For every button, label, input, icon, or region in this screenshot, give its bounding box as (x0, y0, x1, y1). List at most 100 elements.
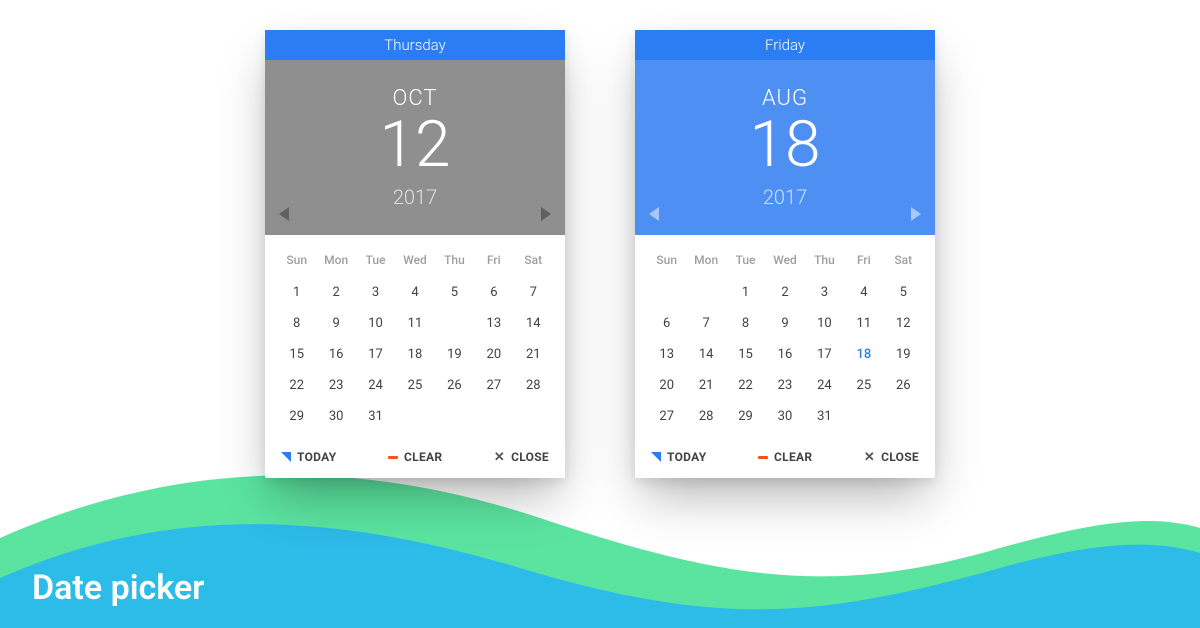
clear-button[interactable]: CLEAR (758, 450, 812, 464)
weekday-header: Tue (726, 247, 765, 277)
calendar-day[interactable]: 13 (647, 339, 686, 370)
calendar-day[interactable]: 3 (356, 277, 395, 308)
calendar-day[interactable]: 6 (647, 308, 686, 339)
calendar-grid: SunMonTueWedThuFriSat1234567891011121314… (265, 235, 565, 436)
calendar-day[interactable]: 31 (356, 401, 395, 432)
today-icon (651, 452, 661, 462)
calendar-day[interactable]: 21 (514, 339, 553, 370)
calendar-day[interactable]: 4 (395, 277, 434, 308)
calendar-day[interactable]: 2 (765, 277, 804, 308)
page-title: Date picker (32, 568, 204, 608)
calendar-day[interactable]: 14 (514, 308, 553, 339)
calendar-day[interactable]: 18 (395, 339, 434, 370)
calendar-day[interactable]: 17 (356, 339, 395, 370)
weekday-header-row: SunMonTueWedThuFriSat (647, 247, 923, 277)
calendar-day[interactable]: 15 (726, 339, 765, 370)
calendar-day[interactable]: 8 (726, 308, 765, 339)
calendar-day[interactable]: 30 (765, 401, 804, 432)
prev-month-icon[interactable] (649, 207, 659, 221)
calendar-day[interactable]: 2 (316, 277, 355, 308)
calendar-day[interactable]: 28 (514, 370, 553, 401)
clear-icon (758, 456, 768, 459)
calendar-day[interactable]: 10 (805, 308, 844, 339)
close-button[interactable]: ✕CLOSE (494, 450, 549, 464)
prev-month-icon[interactable] (279, 207, 289, 221)
calendar-day[interactable]: 12 (435, 308, 474, 339)
calendar-day[interactable]: 1 (277, 277, 316, 308)
today-button[interactable]: TODAY (281, 450, 336, 464)
clear-icon (388, 456, 398, 459)
calendar-day[interactable]: 23 (316, 370, 355, 401)
hero-day[interactable]: 12 (380, 113, 451, 177)
calendar-day[interactable]: 27 (474, 370, 513, 401)
calendar-day[interactable]: 11 (844, 308, 883, 339)
calendar-day[interactable]: 29 (277, 401, 316, 432)
weekday-header: Fri (474, 247, 513, 277)
calendar-day[interactable]: 11 (395, 308, 434, 339)
calendar-day[interactable]: 7 (514, 277, 553, 308)
weekday-header: Tue (356, 247, 395, 277)
calendar-day[interactable]: 17 (805, 339, 844, 370)
calendar-day[interactable]: 19 (884, 339, 923, 370)
calendar-day[interactable]: 12 (884, 308, 923, 339)
clear-button[interactable]: CLEAR (388, 450, 442, 464)
calendar-day[interactable]: 21 (686, 370, 725, 401)
date-hero: AUG182017 (635, 60, 935, 235)
calendar-day[interactable]: 29 (726, 401, 765, 432)
calendar-day[interactable]: 23 (765, 370, 804, 401)
next-month-icon[interactable] (911, 207, 921, 221)
hero-year[interactable]: 2017 (763, 185, 807, 209)
calendar-day[interactable]: 1 (726, 277, 765, 308)
today-button[interactable]: TODAY (651, 450, 706, 464)
calendar-day[interactable]: 6 (474, 277, 513, 308)
calendar-day[interactable]: 31 (805, 401, 844, 432)
calendar-day[interactable]: 26 (435, 370, 474, 401)
calendar-day[interactable]: 22 (277, 370, 316, 401)
calendar-week-row: 6789101112 (647, 308, 923, 339)
calendar-day[interactable]: 15 (277, 339, 316, 370)
calendar-day[interactable]: 16 (316, 339, 355, 370)
calendar-empty-cell (435, 401, 474, 432)
calendar-day[interactable]: 30 (316, 401, 355, 432)
calendar-day[interactable]: 25 (844, 370, 883, 401)
weekday-header: Thu (805, 247, 844, 277)
calendar-grid: SunMonTueWedThuFriSat1234567891011121314… (635, 235, 935, 436)
calendar-week-row: 20212223242526 (647, 370, 923, 401)
calendar-week-row: 22232425262728 (277, 370, 553, 401)
weekday-bar: Friday (635, 30, 935, 60)
next-month-icon[interactable] (541, 207, 551, 221)
calendar-day[interactable]: 16 (765, 339, 804, 370)
calendar-day[interactable]: 7 (686, 308, 725, 339)
calendar-day[interactable]: 20 (647, 370, 686, 401)
weekday-header: Sat (884, 247, 923, 277)
calendar-day[interactable]: 4 (844, 277, 883, 308)
weekday-header: Mon (316, 247, 355, 277)
calendar-day[interactable]: 9 (765, 308, 804, 339)
calendar-day[interactable]: 24 (805, 370, 844, 401)
close-button[interactable]: ✕CLOSE (864, 450, 919, 464)
calendar-week-row: 891011121314 (277, 308, 553, 339)
calendar-day[interactable]: 13 (474, 308, 513, 339)
calendar-day[interactable]: 10 (356, 308, 395, 339)
hero-day[interactable]: 18 (750, 113, 821, 177)
calendar-day[interactable]: 18 (844, 339, 883, 370)
weekday-header: Thu (435, 247, 474, 277)
calendar-day[interactable]: 9 (316, 308, 355, 339)
calendar-day[interactable]: 26 (884, 370, 923, 401)
calendar-day[interactable]: 5 (884, 277, 923, 308)
calendar-day[interactable]: 14 (686, 339, 725, 370)
weekday-header: Sun (647, 247, 686, 277)
calendar-day[interactable]: 28 (686, 401, 725, 432)
calendar-day[interactable]: 22 (726, 370, 765, 401)
calendar-day[interactable]: 25 (395, 370, 434, 401)
calendar-day[interactable]: 8 (277, 308, 316, 339)
calendar-day[interactable]: 19 (435, 339, 474, 370)
calendar-day[interactable]: 20 (474, 339, 513, 370)
date-hero: OCT122017 (265, 60, 565, 235)
calendar-day[interactable]: 5 (435, 277, 474, 308)
hero-year[interactable]: 2017 (393, 185, 437, 209)
calendar-day[interactable]: 27 (647, 401, 686, 432)
calendar-day[interactable]: 3 (805, 277, 844, 308)
calendar-day[interactable]: 24 (356, 370, 395, 401)
weekday-header: Wed (765, 247, 804, 277)
